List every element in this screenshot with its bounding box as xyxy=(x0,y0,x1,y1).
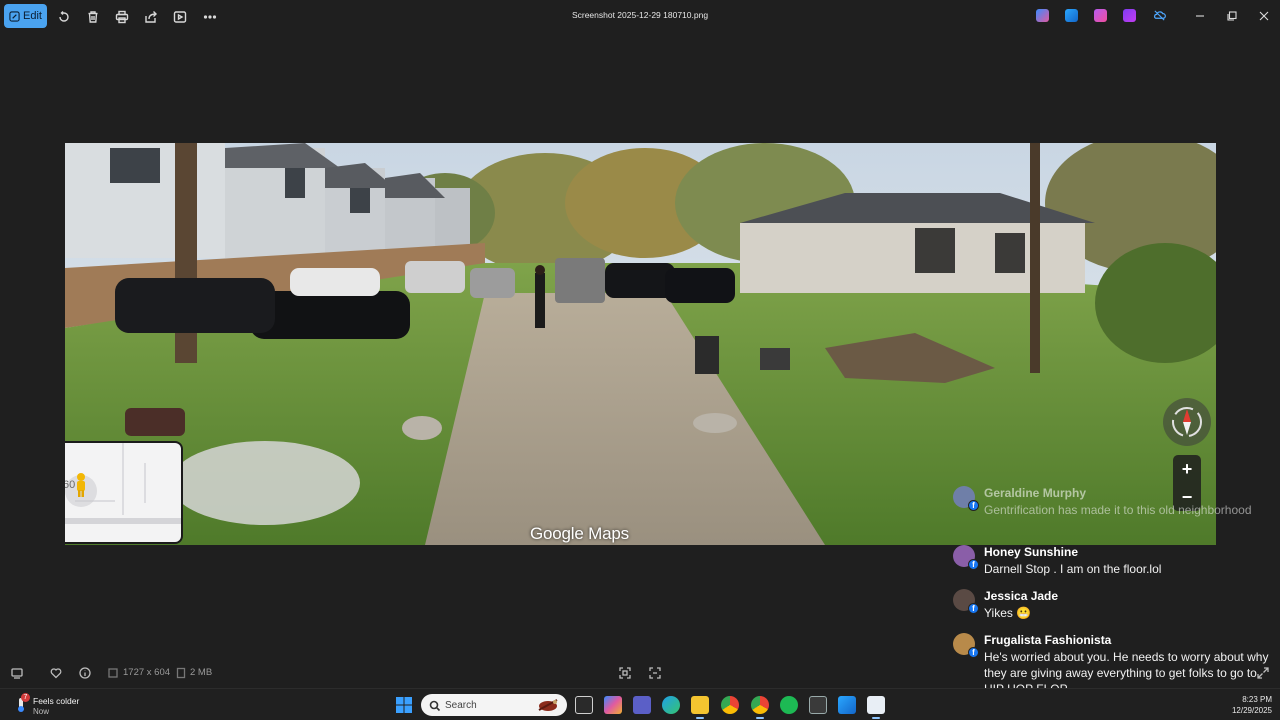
facebook-icon: f xyxy=(968,559,979,570)
commenter-name: Frugalista Fashionista xyxy=(984,633,1112,647)
clock-time: 8:23 PM xyxy=(1242,695,1272,704)
file-size: 2 MB xyxy=(190,667,213,678)
clipchamp-icon[interactable] xyxy=(1123,9,1136,22)
designer-icon[interactable] xyxy=(1094,9,1107,22)
commenter-avatar: f xyxy=(953,633,979,658)
comment-text: Yikes 😬 xyxy=(984,606,1032,620)
commenter-name: Jessica Jade xyxy=(984,589,1059,603)
chrome-profile-icon[interactable] xyxy=(751,696,769,719)
google-maps-watermark: Google Maps xyxy=(530,524,629,543)
commenter-avatar: f xyxy=(953,545,979,570)
edit-icon xyxy=(9,10,20,22)
minimap-label: 60 xyxy=(65,479,76,491)
onedrive-icon[interactable] xyxy=(1153,9,1166,22)
teams-icon[interactable] xyxy=(633,696,651,714)
facebook-icon: f xyxy=(968,500,979,511)
taskbar-search[interactable] xyxy=(421,694,567,716)
minimap-streets xyxy=(65,443,181,524)
weather-title: Feels colder xyxy=(33,696,80,706)
compass-icon[interactable] xyxy=(1163,398,1211,446)
system-clock[interactable]: 8:23 PM 12/29/2025 xyxy=(1212,694,1272,716)
calculator-icon[interactable] xyxy=(809,696,827,714)
windows-start-icon[interactable] xyxy=(396,697,412,713)
photos-app-icon[interactable] xyxy=(838,696,856,714)
share-icon[interactable] xyxy=(143,9,159,25)
filmstrip-icon[interactable] xyxy=(11,666,23,679)
comment-item: f Geraldine Murphy Gentrification has ma… xyxy=(945,486,1275,530)
weather-alert-badge: 7 xyxy=(21,693,30,702)
search-highlight-icon xyxy=(538,699,558,711)
print-icon[interactable] xyxy=(114,9,130,25)
copilot-taskbar-icon[interactable] xyxy=(604,696,622,714)
favorite-icon[interactable] xyxy=(50,666,62,679)
search-icon xyxy=(429,699,441,712)
fullscreen-icon[interactable] xyxy=(1257,666,1269,679)
file-size-icon xyxy=(175,666,186,679)
comment-item: f Honey Sunshine Darnell Stop . I am on … xyxy=(945,545,1275,581)
edit-button-label: Edit xyxy=(23,10,42,22)
commenter-name: Geraldine Murphy xyxy=(984,486,1087,500)
image-info-bar: 1727 x 604 2 MB xyxy=(0,656,1280,688)
comment-text: Darnell Stop . I am on the floor.lol xyxy=(984,562,1162,576)
info-icon[interactable] xyxy=(79,666,91,679)
edit-button[interactable]: Edit xyxy=(4,4,47,28)
notepad-icon[interactable] xyxy=(867,696,885,719)
minimize-button[interactable] xyxy=(1192,8,1208,24)
weather-widget[interactable]: 7 Feels colder Now xyxy=(12,693,102,717)
weather-subtitle: Now xyxy=(33,707,50,716)
photo-editor-icon[interactable] xyxy=(1065,9,1078,22)
more-icon[interactable] xyxy=(202,9,218,25)
delete-icon[interactable] xyxy=(85,9,101,25)
spotify-icon[interactable] xyxy=(780,696,798,714)
copilot-icon[interactable] xyxy=(1036,9,1049,22)
title-bar: Edit Screenshot 2025-12-29 180710.png xyxy=(0,0,1280,34)
file-explorer-icon[interactable] xyxy=(691,696,709,719)
comment-text: Gentrification has made it to this old n… xyxy=(984,503,1252,517)
search-input[interactable] xyxy=(445,698,525,712)
slideshow-icon[interactable] xyxy=(172,9,188,25)
document-title: Screenshot 2025-12-29 180710.png xyxy=(571,10,709,20)
commenter-name: Honey Sunshine xyxy=(984,545,1079,559)
commenter-avatar: f xyxy=(953,486,979,511)
comment-item: f Jessica Jade Yikes 😬 xyxy=(945,589,1275,625)
minimap[interactable]: 60 xyxy=(65,441,183,544)
commenter-avatar: f xyxy=(953,589,979,614)
facebook-icon: f xyxy=(968,603,979,614)
zoom-in-button[interactable]: + xyxy=(1173,455,1201,483)
fit-to-window-icon[interactable] xyxy=(619,666,631,679)
taskbar: 7 Feels colder Now 8:23 PM 12/29/2025 xyxy=(0,688,1280,720)
image-dimensions: 1727 x 604 xyxy=(123,667,171,678)
rotate-icon[interactable] xyxy=(56,9,72,25)
chrome-icon[interactable] xyxy=(721,696,739,714)
actual-size-icon[interactable] xyxy=(649,666,661,679)
dimensions-icon xyxy=(107,666,118,678)
clock-date: 12/29/2025 xyxy=(1231,706,1272,715)
edge-icon[interactable] xyxy=(662,696,680,714)
task-view-icon[interactable] xyxy=(575,696,593,714)
close-button[interactable] xyxy=(1256,8,1272,24)
maximize-button[interactable] xyxy=(1224,8,1240,24)
